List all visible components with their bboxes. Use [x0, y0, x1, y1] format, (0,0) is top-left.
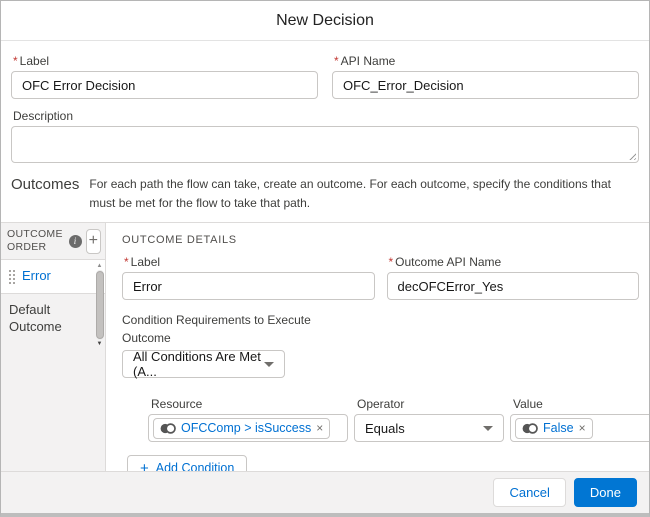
outcome-list-item-default[interactable]: Default Outcome: [1, 294, 105, 344]
boolean-resource-icon: [160, 422, 176, 435]
condition-requirements-label: Condition Requirements to Execute Outcom…: [122, 313, 311, 346]
done-button[interactable]: Done: [573, 478, 637, 507]
value-pill-label: False: [543, 421, 574, 436]
required-asterisk: *: [13, 54, 18, 68]
api-name-field-group: * API Name: [332, 54, 639, 99]
drag-handle-icon[interactable]: [9, 269, 15, 284]
outcome-item-label: Default Outcome: [9, 302, 62, 335]
modal-footer: Cancel Done: [1, 471, 649, 513]
add-condition-button[interactable]: + Add Condition: [127, 455, 248, 471]
description-textarea[interactable]: [11, 126, 639, 163]
resource-pill-label: OFCComp > isSuccess: [181, 421, 312, 436]
modal-header: New Decision: [1, 1, 649, 41]
outcome-api-name-field-group: * Outcome API Name: [386, 255, 639, 301]
remove-pill-icon[interactable]: ×: [579, 422, 586, 434]
required-asterisk: *: [124, 255, 129, 270]
api-name-field-label: * API Name: [334, 54, 396, 68]
add-outcome-button[interactable]: +: [85, 228, 101, 254]
resource-input[interactable]: OFCComp > isSuccess ×: [148, 414, 348, 443]
api-name-input[interactable]: [332, 71, 639, 99]
condition-requirements-value: All Conditions Are Met (A...: [133, 349, 261, 380]
add-condition-label: Add Condition: [155, 461, 235, 471]
value-label: Value: [513, 397, 543, 412]
info-icon[interactable]: i: [68, 234, 82, 248]
label-field-label: * Label: [13, 54, 50, 68]
scroll-up-icon[interactable]: ▲: [97, 262, 103, 270]
value-input[interactable]: False ×: [510, 414, 649, 443]
outcome-list: Error Default Outcome ▲ ▼: [1, 260, 105, 352]
outcome-order-sidebar: OUTCOME ORDER i + Error Default Outcome …: [1, 223, 106, 471]
chevron-down-icon: [264, 361, 274, 367]
outcome-area: OUTCOME ORDER i + Error Default Outcome …: [1, 222, 649, 471]
resource-column: Resource OFCComp > isSuccess ×: [148, 397, 348, 443]
chevron-down-icon: [483, 425, 493, 431]
outcome-details-heading: OUTCOME DETAILS: [122, 234, 237, 247]
operator-label: Operator: [357, 397, 405, 412]
outcome-details-panel: OUTCOME DETAILS *Label *Outcome API Name…: [106, 223, 649, 471]
boolean-resource-icon: [522, 422, 538, 435]
required-asterisk: *: [334, 54, 339, 68]
cancel-button[interactable]: Cancel: [493, 478, 566, 507]
outcome-list-item-error[interactable]: Error: [1, 260, 105, 295]
outcome-label-input[interactable]: [122, 272, 375, 301]
outcome-item-label: Error: [22, 268, 51, 284]
resource-label: Resource: [151, 397, 203, 412]
outcome-list-scrollbar[interactable]: ▲ ▼: [95, 262, 104, 348]
label-field-group: * Label: [11, 54, 318, 99]
outcome-label-field-label: * Label: [124, 255, 161, 270]
description-field-label: Description: [13, 109, 74, 123]
plus-icon: +: [140, 459, 149, 471]
outcomes-heading: Outcomes: [11, 176, 80, 193]
new-decision-modal: New Decision *Label *API Name Descriptio…: [0, 0, 650, 517]
outcomes-description: For each path the flow can take, create …: [89, 177, 611, 210]
required-asterisk: *: [388, 255, 394, 270]
remove-pill-icon[interactable]: ×: [316, 422, 323, 434]
description-field-group: Description: [11, 109, 639, 163]
outcome-order-heading: OUTCOME ORDER: [7, 228, 63, 254]
operator-select[interactable]: Equals: [354, 414, 504, 443]
condition-requirements-select[interactable]: All Conditions Are Met (A...: [122, 349, 285, 380]
operator-column: Operator Equals: [354, 397, 504, 443]
value-pill[interactable]: False ×: [515, 417, 593, 439]
resource-pill[interactable]: OFCComp > isSuccess ×: [153, 417, 331, 439]
operator-value: Equals: [365, 420, 405, 436]
value-column: Value False ×: [510, 397, 649, 443]
modal-title: New Decision: [276, 11, 374, 29]
scrollbar-track[interactable]: [95, 270, 104, 341]
outcomes-intro: Outcomes For each path the flow can take…: [1, 163, 649, 223]
scrollbar-thumb[interactable]: [95, 271, 104, 340]
label-input[interactable]: [11, 71, 318, 99]
outcome-order-header: OUTCOME ORDER i +: [1, 223, 105, 261]
condition-row: Resource OFCComp > isSuccess × Operator: [148, 397, 649, 443]
outcome-api-name-input[interactable]: [386, 272, 639, 301]
scroll-down-icon[interactable]: ▼: [97, 340, 103, 348]
outcome-label-field-group: * Label: [122, 255, 375, 301]
decision-form: *Label *API Name Description: [1, 41, 649, 163]
outcome-api-name-field-label: * Outcome API Name: [388, 255, 502, 270]
